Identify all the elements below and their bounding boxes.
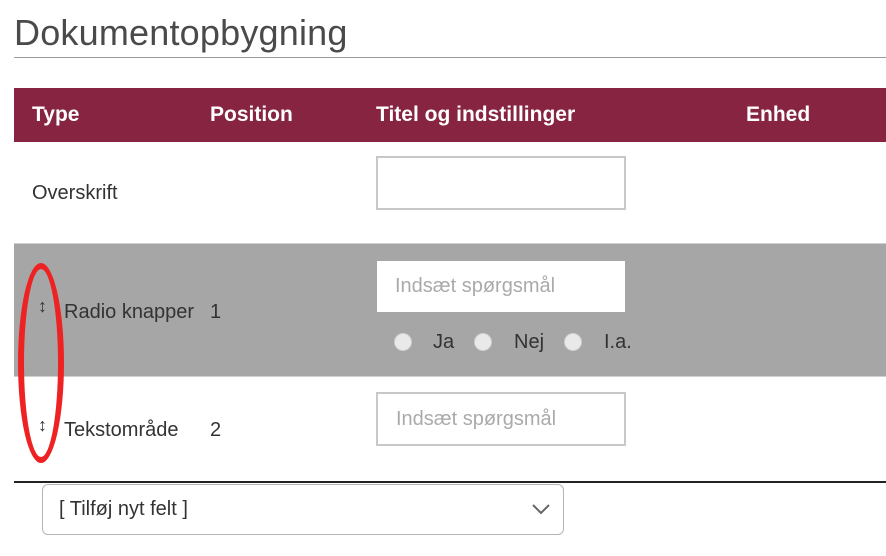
- add-field-select[interactable]: [ Tilføj nyt felt ]: [42, 484, 564, 535]
- radio-nej[interactable]: [474, 333, 492, 351]
- row-position: 2: [210, 419, 222, 441]
- table-row: Overskrift: [14, 142, 886, 243]
- table-row: ↕ Radio knapper 1 Ja Nej I.a.: [14, 243, 886, 377]
- radio-label-ia: I.a.: [604, 331, 632, 353]
- row-position: 1: [210, 301, 222, 323]
- heading-title-input[interactable]: [376, 156, 626, 210]
- drag-handle-icon[interactable]: ↕: [38, 415, 47, 436]
- title-divider: [14, 57, 886, 58]
- table-row: ↕ Tekstområde 2: [14, 377, 886, 481]
- header-title-settings: Titel og indstillinger: [376, 103, 576, 126]
- radio-ja[interactable]: [394, 333, 412, 351]
- page-title: Dokumentopbygning: [14, 12, 348, 53]
- row-type: Overskrift: [32, 182, 118, 204]
- table-bottom-divider: [14, 481, 886, 483]
- row-type: Tekstområde: [64, 419, 179, 441]
- table-header: Type Position Titel og indstillinger Enh…: [14, 88, 886, 142]
- header-unit: Enhed: [746, 103, 811, 126]
- radio-label-nej: Nej: [514, 331, 545, 353]
- row-type: Radio knapper: [64, 301, 195, 323]
- header-type: Type: [32, 103, 80, 126]
- question-input[interactable]: [376, 392, 626, 446]
- add-field-selected-value: [ Tilføj nyt felt ]: [59, 498, 188, 520]
- radio-ia[interactable]: [564, 333, 582, 351]
- drag-handle-icon[interactable]: ↕: [38, 296, 47, 317]
- header-position: Position: [210, 103, 293, 126]
- chevron-down-icon: [532, 504, 550, 515]
- radio-label-ja: Ja: [433, 331, 455, 353]
- question-input[interactable]: [377, 261, 625, 312]
